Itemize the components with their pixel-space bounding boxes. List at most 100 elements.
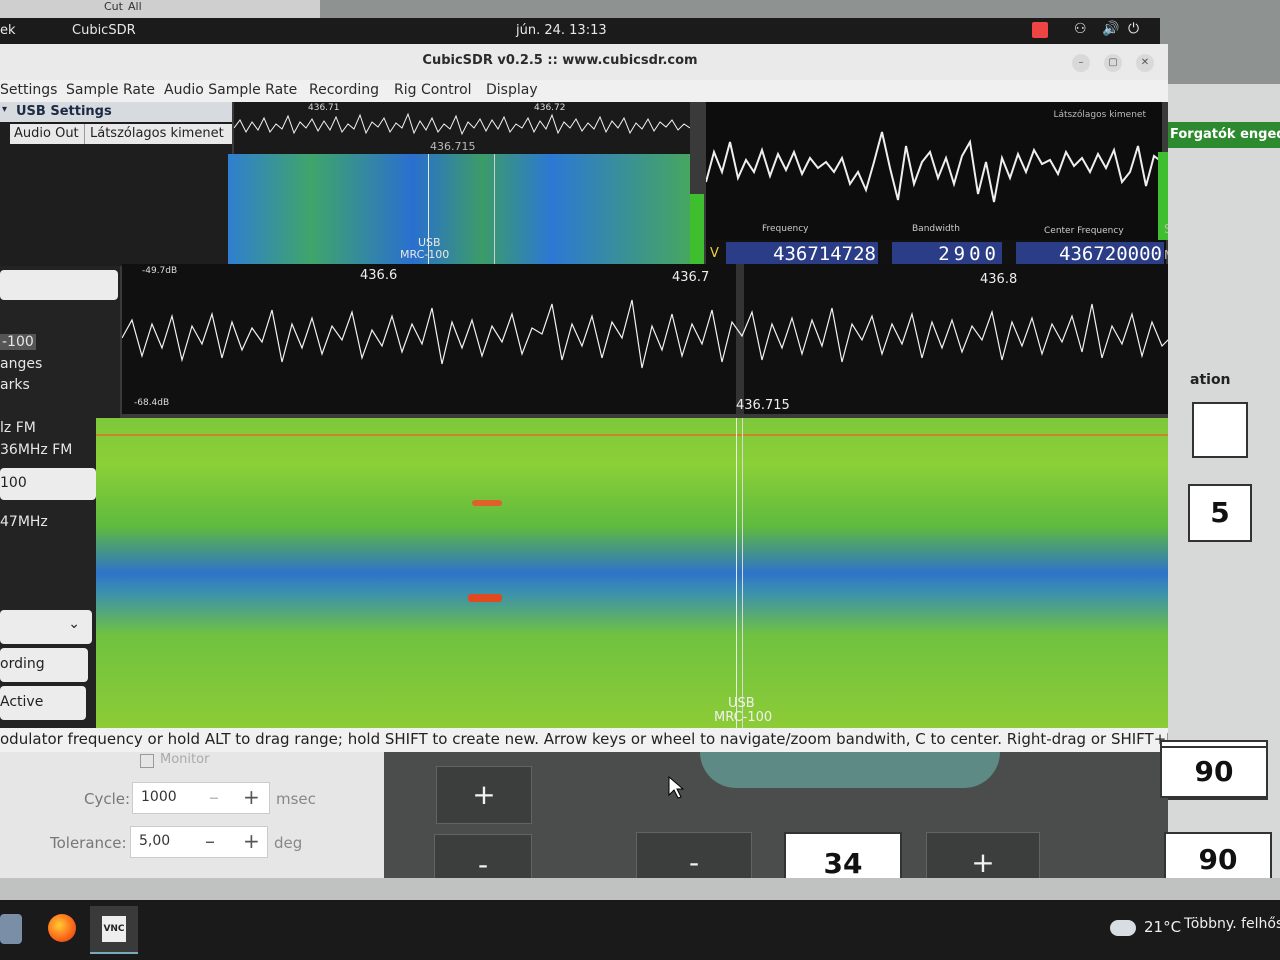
tolerance-decrement-button[interactable]: –	[205, 829, 215, 853]
list-item-fm-1[interactable]: lz FM	[0, 420, 36, 436]
vnc-icon: VNC	[102, 916, 126, 942]
list-item-100[interactable]: -100	[0, 334, 36, 350]
bandwidth-readout[interactable]: 2900	[892, 242, 1002, 266]
mini-level-meter[interactable]	[690, 194, 704, 266]
right-app-header-text: Forgatók engede	[1170, 127, 1280, 142]
maximize-button[interactable]: ▢	[1104, 54, 1122, 72]
right-field-1[interactable]	[1192, 402, 1248, 458]
mini-waterfall[interactable]: USB MRC-100	[228, 154, 690, 266]
mode-dropdown[interactable]: ⌄	[0, 610, 92, 644]
topbar-left-text: ek	[0, 23, 16, 38]
power-icon[interactable]: ⏻	[1128, 21, 1139, 37]
center-frequency-label: Center Frequency	[1044, 226, 1124, 236]
notification-icon[interactable]	[1032, 22, 1048, 38]
screen-bezel-strip	[0, 878, 1280, 900]
audio-out-row[interactable]: Audio Out Látszólagos kimenet	[10, 124, 232, 144]
bandwidth-label: Bandwidth	[912, 224, 960, 234]
mini-center-label: 436.715	[430, 140, 476, 153]
active-button[interactable]: Active	[0, 686, 86, 720]
plus-button-1[interactable]: +	[436, 766, 532, 824]
elevation-value: 34	[823, 847, 863, 880]
recording-label: ording	[0, 656, 45, 672]
scope-waveform	[706, 131, 1162, 203]
recording-button[interactable]: ording	[0, 648, 88, 682]
list-item-mhz[interactable]: 47MHz	[0, 514, 48, 530]
tolerance-value: 5,00	[139, 833, 171, 849]
right-field-2[interactable]: 5	[1188, 484, 1252, 542]
menu-settings[interactable]: Settings	[0, 82, 57, 98]
dial-graphic	[700, 752, 1000, 788]
toolbar-cut[interactable]: Cut	[104, 0, 123, 13]
minus-button-1[interactable]: -	[434, 834, 532, 882]
usb-settings-header[interactable]: ▾ USB Settings	[0, 102, 232, 122]
cycle-increment-button[interactable]: +	[243, 785, 260, 809]
mini-spectrum[interactable]: 436.71 436.72 436.715	[234, 102, 690, 154]
firefox-icon[interactable]	[48, 914, 76, 942]
elevation-value-box[interactable]: 34	[784, 832, 902, 884]
signal-trace-line	[96, 434, 1196, 436]
signal-burst-2	[468, 594, 502, 602]
menu-display[interactable]: Display	[486, 82, 538, 98]
spectrum-trace	[122, 299, 1174, 369]
spectrum-center-label: 436.715	[736, 398, 790, 413]
spectrum-bottom-db: -68.4dB	[134, 398, 170, 408]
topbar-app-name[interactable]: CubicSDR	[72, 23, 136, 38]
cycle-label: Cycle:	[84, 790, 131, 808]
frequency-readout[interactable]: 436714728	[726, 242, 878, 266]
controller-settings-panel: Monitor Cycle: 1000 – + msec Tolerance: …	[0, 752, 384, 878]
list-item-marks[interactable]: arks	[0, 377, 30, 393]
tolerance-increment-button[interactable]: +	[243, 829, 260, 853]
right-lower-field-2[interactable]: 90	[1164, 832, 1272, 884]
waterfall-name-label: MRC-100	[714, 710, 773, 725]
cycle-decrement-button[interactable]: –	[209, 785, 219, 809]
cycle-input[interactable]: 1000 – +	[132, 782, 270, 814]
active-label: Active	[0, 694, 44, 710]
weather-icon[interactable]	[1110, 920, 1136, 936]
temperature-text[interactable]: 21°C	[1144, 918, 1181, 936]
menu-audio-sample-rate[interactable]: Audio Sample Rate	[164, 82, 297, 98]
toolbar-strip: Cut All	[0, 0, 320, 18]
main-spectrum[interactable]: -49.7dB 436.6 436.7 436.8 -68.4dB 436.71…	[122, 264, 1174, 414]
topbar-datetime[interactable]: jún. 24. 13:13	[516, 23, 607, 38]
list-item-fm-2[interactable]: 36MHz FM	[0, 442, 72, 458]
v-label[interactable]: V	[710, 246, 719, 261]
toolbar-all[interactable]: All	[128, 0, 142, 13]
menu-sample-rate[interactable]: Sample Rate	[66, 82, 155, 98]
plus-button-2[interactable]: +	[926, 832, 1040, 882]
window-title: CubicSDR v0.2.5 :: www.cubicsdr.com	[422, 53, 698, 68]
signal-burst-1	[472, 500, 502, 506]
audio-out-value[interactable]: Látszólagos kimenet	[90, 126, 224, 141]
cycle-value: 1000	[141, 789, 177, 805]
main-waterfall[interactable]: USB MRC-100	[96, 418, 1196, 728]
volume-icon[interactable]: 🔊	[1102, 21, 1119, 37]
right-section-label: ation	[1190, 372, 1231, 388]
list-item-ranges[interactable]: anges	[0, 356, 42, 372]
tolerance-label: Tolerance:	[50, 834, 127, 852]
audio-scope[interactable]: Látszólagos kimenet Frequency Bandwidth …	[706, 102, 1168, 240]
tolerance-input[interactable]: 5,00 – +	[130, 826, 268, 858]
minus-button-1-label: -	[477, 848, 489, 881]
right-lower-field-1[interactable]: 90	[1160, 746, 1268, 798]
vnc-taskbar-button[interactable]: VNC	[90, 906, 138, 954]
window-titlebar[interactable]: CubicSDR v0.2.5 :: www.cubicsdr.com – ▢ …	[0, 44, 1168, 81]
mini-marker-line-2	[494, 154, 495, 266]
chevron-down-icon[interactable]: ▾	[2, 104, 7, 115]
close-button[interactable]: ✕	[1136, 54, 1154, 72]
status-text: odulator frequency or hold ALT to drag r…	[0, 730, 1214, 748]
start-icon[interactable]	[0, 914, 22, 944]
minus-button-2[interactable]: -	[636, 832, 752, 882]
mini-tick-2: 436.72	[534, 103, 566, 113]
search-field[interactable]	[0, 270, 118, 300]
minimize-button[interactable]: –	[1072, 54, 1090, 72]
monitor-checkbox[interactable]	[140, 754, 154, 768]
network-icon[interactable]: ⚇	[1074, 21, 1087, 37]
weather-text[interactable]: Többny. felhős	[1184, 916, 1280, 932]
cycle-unit: msec	[276, 790, 316, 808]
menu-rig-control[interactable]: Rig Control	[394, 82, 472, 98]
taskbar: VNC 21°C Többny. felhős	[0, 900, 1280, 960]
right-lower-field-2-value: 90	[1198, 843, 1238, 876]
center-frequency-readout[interactable]: 436720000	[1016, 242, 1164, 266]
menu-bar: Settings Sample Rate Audio Sample Rate R…	[0, 80, 1168, 102]
bookmark-name-input[interactable]: 100	[0, 468, 96, 500]
menu-recording[interactable]: Recording	[309, 82, 379, 98]
